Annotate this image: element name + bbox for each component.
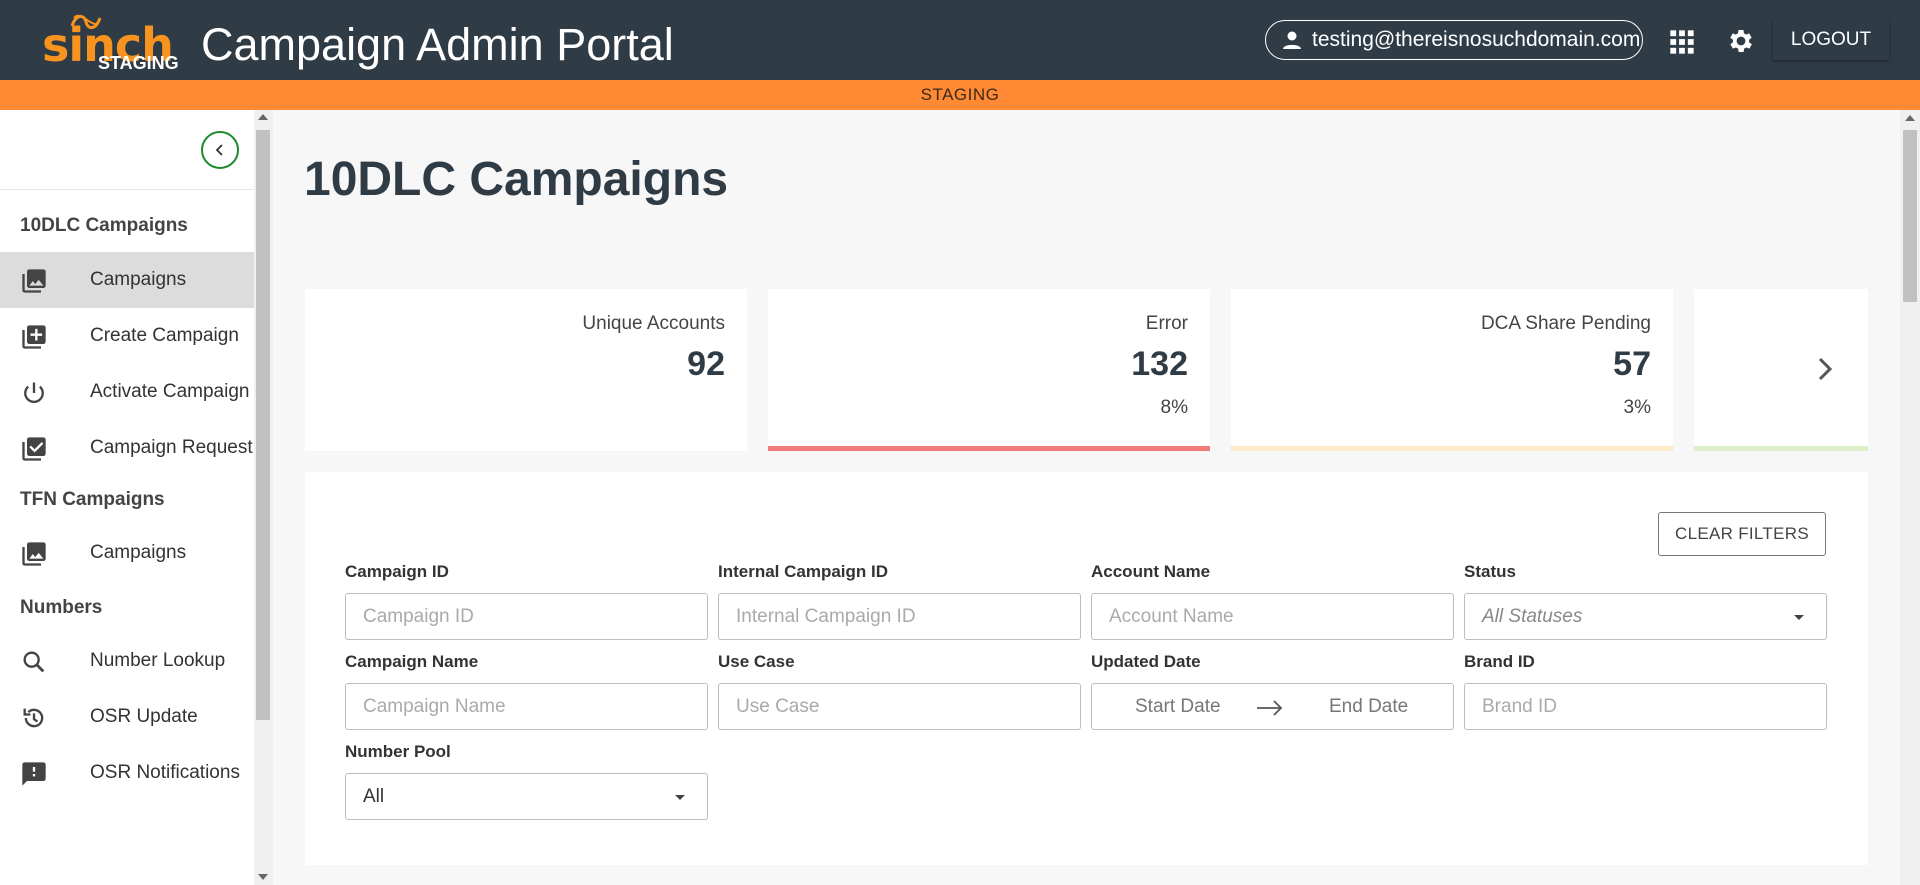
stat-card-value: 57 [1613, 345, 1651, 383]
main-scrollbar[interactable] [1900, 110, 1920, 885]
clear-filters-button[interactable]: CLEAR FILTERS [1658, 512, 1826, 556]
chevron-right-icon[interactable] [1810, 349, 1840, 389]
sidebar-item-label: Campaigns [90, 269, 187, 290]
dropdown-caret-icon [1794, 615, 1804, 620]
internal-campaign-id-input[interactable]: Internal Campaign ID [718, 593, 1081, 640]
stat-card-status-bar [1231, 446, 1673, 451]
internal-campaign-id-label: Internal Campaign ID [718, 562, 889, 581]
chevron-left-icon [215, 144, 223, 156]
sidebar-item-activate-campaign[interactable]: Activate Campaign [0, 364, 254, 420]
sidebar-item-label: Create Campaign [90, 325, 239, 346]
sidebar-item-label: Campaigns [90, 542, 187, 563]
photo-library-icon [22, 269, 46, 293]
sidebar-item-tfn-campaigns[interactable]: Campaigns [0, 525, 254, 581]
main-content: 10DLC Campaigns Unique Accounts 92 Error… [274, 110, 1900, 885]
sidebar-item-label: Campaign Request [90, 437, 253, 458]
stat-card-label: Error [1145, 313, 1188, 334]
library-add-icon [22, 325, 46, 349]
sidebar-item-label: Activate Campaign [90, 381, 250, 402]
section-title-tfn: TFN Campaigns [20, 489, 165, 510]
feedback-icon [22, 762, 46, 786]
stat-card-label: Unique Accounts [582, 313, 725, 334]
number-pool-label: Number Pool [345, 742, 451, 761]
use-case-input[interactable]: Use Case [718, 683, 1081, 730]
status-label: Status [1464, 562, 1516, 581]
stat-card-percent: 8% [1160, 397, 1188, 418]
arrow-right-icon [1257, 700, 1283, 716]
stat-card-status-bar [1694, 446, 1868, 451]
updated-date-range-picker[interactable]: Start Date End Date [1091, 683, 1454, 730]
sinch-logo[interactable]: sinch STAGING [42, 10, 182, 74]
filters-panel: CLEAR FILTERS Campaign ID Internal Campa… [305, 472, 1868, 865]
stat-card-dca-share-pending[interactable]: DCA Share Pending 57 3% [1231, 289, 1673, 451]
collapse-sidebar-button[interactable] [201, 131, 239, 169]
stat-card-unique-accounts: Unique Accounts 92 [305, 289, 747, 451]
brand-id-input[interactable]: Brand ID [1464, 683, 1827, 730]
logout-button[interactable]: LOGOUT [1773, 20, 1889, 60]
page-title: 10DLC Campaigns [304, 153, 729, 206]
stat-card-label: DCA Share Pending [1480, 313, 1651, 334]
dropdown-caret-icon [675, 795, 685, 800]
stat-card-status-bar [768, 446, 1210, 451]
stat-card-value: 132 [1131, 345, 1188, 383]
start-date-input[interactable]: Start Date [1135, 696, 1221, 718]
status-select-value: All Statuses [1482, 605, 1583, 627]
stat-card-percent: 3% [1623, 397, 1651, 418]
section-title-numbers: Numbers [20, 597, 103, 618]
sidebar-item-osr-update[interactable]: OSR Update [0, 689, 254, 745]
app-title: Campaign Admin Portal [201, 19, 674, 70]
sidebar-header [0, 110, 254, 190]
number-pool-select[interactable]: All [345, 773, 708, 820]
library-check-icon [22, 437, 46, 461]
person-icon [1283, 31, 1301, 49]
updated-date-label: Updated Date [1091, 652, 1201, 671]
gear-icon[interactable] [1726, 26, 1756, 56]
use-case-label: Use Case [718, 652, 795, 671]
campaign-id-input[interactable]: Campaign ID [345, 593, 708, 640]
number-pool-select-value: All [363, 785, 385, 807]
sidebar-item-number-lookup[interactable]: Number Lookup [0, 633, 254, 689]
photo-library-icon [22, 542, 46, 566]
sidebar-scrollbar[interactable] [254, 110, 273, 885]
account-name-label: Account Name [1091, 562, 1211, 581]
status-select[interactable]: All Statuses [1464, 593, 1827, 640]
campaign-id-label: Campaign ID [345, 562, 449, 581]
sidebar-item-10dlc-campaigns[interactable]: Campaigns [0, 252, 254, 308]
user-account-button[interactable]: testing@thereisnosuchdomain.com [1265, 20, 1643, 60]
user-email: testing@thereisnosuchdomain.com [1312, 28, 1641, 51]
sidebar-item-label: Number Lookup [90, 650, 226, 671]
campaign-name-label: Campaign Name [345, 652, 479, 671]
section-title-10dlc: 10DLC Campaigns [20, 215, 188, 236]
sidebar: 10DLC Campaigns Campaigns Create Campaig… [0, 110, 254, 885]
top-app-bar: sinch STAGING Campaign Admin Portal test… [0, 0, 1920, 80]
history-icon [23, 708, 44, 728]
logo-staging-tag: STAGING [98, 53, 179, 73]
stat-card-partial[interactable] [1694, 289, 1868, 451]
sidebar-item-osr-notifications[interactable]: OSR Notifications [0, 745, 254, 801]
sidebar-item-create-campaign[interactable]: Create Campaign [0, 308, 254, 364]
stat-card-value: 92 [687, 345, 725, 383]
campaign-name-input[interactable]: Campaign Name [345, 683, 708, 730]
account-name-input[interactable]: Account Name [1091, 593, 1454, 640]
scrollbar-thumb[interactable] [256, 130, 270, 720]
apps-grid-icon[interactable] [1668, 28, 1696, 56]
end-date-input[interactable]: End Date [1329, 696, 1408, 718]
scroll-up-icon[interactable] [1905, 115, 1915, 121]
search-icon [23, 651, 45, 673]
brand-id-label: Brand ID [1464, 652, 1535, 671]
scroll-down-icon[interactable] [258, 874, 268, 880]
scrollbar-thumb[interactable] [1903, 130, 1917, 302]
scroll-up-icon[interactable] [258, 114, 268, 120]
sidebar-item-label: OSR Notifications [90, 762, 240, 783]
power-icon [24, 382, 44, 404]
sidebar-item-campaign-request[interactable]: Campaign Request [0, 420, 254, 476]
sidebar-item-label: OSR Update [90, 706, 198, 727]
stat-card-error[interactable]: Error 132 8% [768, 289, 1210, 451]
environment-banner: STAGING [0, 80, 1920, 110]
